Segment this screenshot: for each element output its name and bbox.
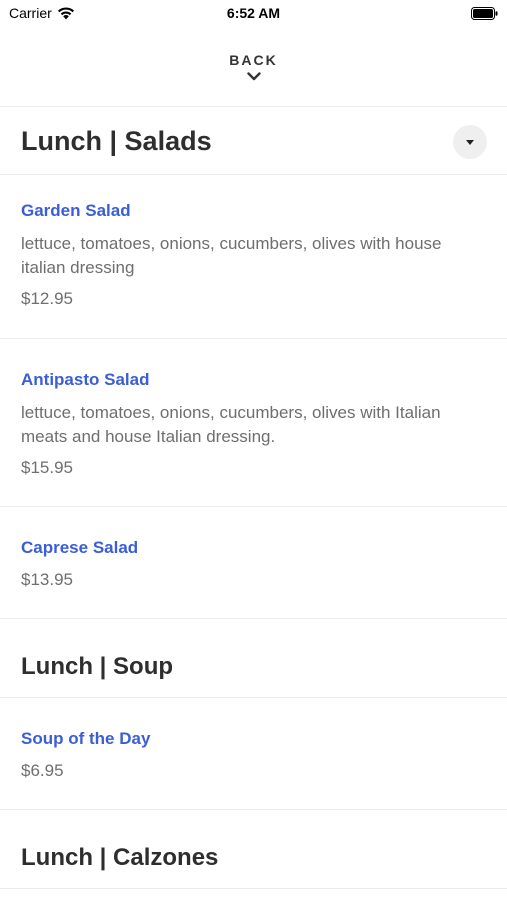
menu-item-description: lettuce, tomatoes, onions, cucumbers, ol… bbox=[21, 403, 441, 446]
divider bbox=[0, 338, 507, 339]
divider bbox=[0, 506, 507, 507]
menu-item-name[interactable]: Caprese Salad bbox=[21, 538, 138, 558]
clock: 6:52 AM bbox=[226, 5, 281, 21]
menu-item-price: $15.95 bbox=[21, 458, 73, 477]
divider bbox=[0, 809, 507, 810]
menu-item-description: lettuce, tomatoes, onions, cucumbers, ol… bbox=[21, 234, 442, 277]
divider bbox=[0, 697, 507, 698]
battery-icon bbox=[471, 7, 498, 20]
section-title-calzones: Lunch | Calzones bbox=[21, 844, 219, 871]
back-label: BACK bbox=[229, 52, 278, 68]
divider bbox=[0, 106, 507, 107]
section-title-salads: Lunch | Salads bbox=[21, 126, 212, 156]
divider bbox=[0, 618, 507, 619]
menu-item-name[interactable]: Soup of the Day bbox=[21, 729, 150, 749]
menu-item-name[interactable]: Garden Salad bbox=[21, 201, 131, 221]
menu-item-name[interactable]: Antipasto Salad bbox=[21, 370, 149, 390]
menu-item-price: $6.95 bbox=[21, 761, 64, 780]
section-toggle-button[interactable] bbox=[453, 125, 487, 159]
menu-item-price: $13.95 bbox=[21, 570, 73, 589]
back-button[interactable]: BACK bbox=[0, 50, 507, 92]
status-bar: Carrier 6:52 AM bbox=[0, 0, 507, 28]
caret-down-icon bbox=[466, 139, 474, 145]
chevron-down-icon bbox=[246, 72, 261, 81]
menu-item-price: $12.95 bbox=[21, 289, 73, 308]
divider bbox=[0, 174, 507, 175]
divider bbox=[0, 888, 507, 889]
section-title-soup: Lunch | Soup bbox=[21, 653, 174, 680]
